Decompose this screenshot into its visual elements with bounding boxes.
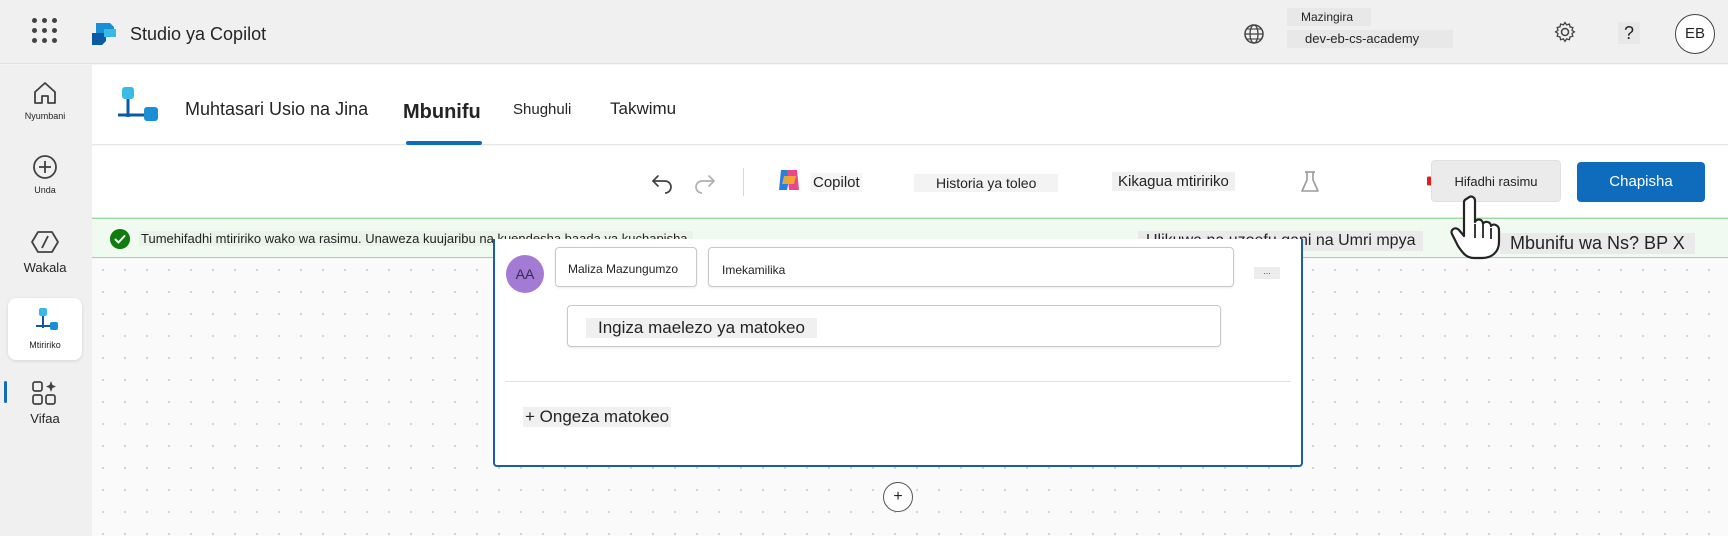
feedback-tail-text: Mbunifu wa Ns? BP X	[1500, 233, 1695, 254]
user-avatar-button[interactable]: EB	[1675, 14, 1715, 54]
home-icon	[34, 82, 56, 104]
sidebar-item-label: Wakala	[23, 260, 67, 275]
outcome-description-input[interactable]: Ingiza maelezo ya matokeo	[567, 305, 1221, 347]
environment-name[interactable]: dev-eb-cs-academy	[1287, 30, 1453, 48]
toolbar-divider	[743, 168, 744, 196]
sidebar-item-label: Vifaa	[30, 411, 60, 426]
sidebar-item-flows[interactable]: Mtiririko	[8, 298, 82, 360]
version-history-button[interactable]: Historia ya toleo	[914, 174, 1059, 192]
sidebar-item-agents[interactable]: Wakala	[8, 228, 82, 275]
node-more-button[interactable]: ...	[1254, 267, 1280, 279]
agent-header: Muhtasari Usio na Jina Mbunifu Shughuli …	[92, 65, 1728, 145]
app-title: Studio ya Copilot	[130, 24, 267, 44]
add-outcome-button[interactable]: + Ongeza matokeo	[523, 407, 672, 427]
flow-agent-icon	[118, 87, 158, 121]
help-button[interactable]: ?	[1618, 22, 1640, 44]
agents-icon	[31, 231, 59, 253]
sidebar-item-label: Unda	[34, 185, 56, 195]
agent-title: Muhtasari Usio na Jina	[185, 99, 369, 119]
environment-icon[interactable]	[1242, 22, 1266, 46]
active-tab-underline	[406, 141, 482, 145]
add-node-button[interactable]: +	[883, 482, 913, 512]
copilot-studio-logo-icon	[92, 23, 116, 45]
tools-icon	[32, 381, 56, 405]
active-indicator	[4, 381, 7, 403]
undo-icon[interactable]	[650, 170, 674, 194]
status-field[interactable]: Imekamilika	[708, 247, 1234, 287]
action-name-text: Maliza Mazungumzo	[568, 262, 679, 276]
redo-icon[interactable]	[693, 170, 717, 194]
left-navigation: Nyumbani Unda Wakala Mtiririko Vifaa	[0, 65, 92, 536]
flow-checker-button[interactable]: Kikagua mtiririko	[1112, 172, 1235, 191]
card-divider	[505, 381, 1291, 382]
action-name-field[interactable]: Maliza Mazungumzo	[555, 247, 697, 287]
outcome-placeholder-text: Ingiza maelezo ya matokeo	[586, 318, 817, 338]
publish-button[interactable]: Chapisha	[1577, 162, 1705, 202]
status-text: Imekamilika	[722, 263, 786, 277]
sidebar-item-create[interactable]: Unda	[8, 153, 82, 195]
sidebar-item-tools[interactable]: Vifaa	[8, 379, 82, 426]
tab-analytics[interactable]: Takwimu	[610, 99, 676, 119]
flow-icon	[36, 308, 58, 330]
settings-gear-icon[interactable]	[1553, 20, 1577, 44]
hand-cursor-icon	[1450, 195, 1501, 260]
sidebar-item-label: Nyumbani	[24, 111, 66, 121]
test-flask-icon[interactable]	[1300, 170, 1320, 194]
copilot-button[interactable]: Copilot	[811, 173, 862, 192]
tab-designer[interactable]: Mbunifu	[403, 101, 481, 124]
top-bar: Studio ya Copilot Mazingira dev-eb-cs-ac…	[0, 0, 1728, 64]
tab-activity[interactable]: Shughuli	[513, 101, 571, 118]
app-launcher-icon[interactable]	[32, 18, 58, 44]
environment-label: Mazingira	[1287, 8, 1371, 26]
sidebar-item-home[interactable]: Nyumbani	[8, 79, 82, 121]
sidebar-item-label: Mtiririko	[29, 340, 61, 350]
copilot-logo-icon	[779, 170, 799, 190]
flow-canvas[interactable]: AA Maliza Mazungumzo Imekamilika ... Ing…	[92, 239, 1728, 536]
plus-circle-icon	[33, 155, 57, 179]
success-check-icon	[110, 229, 130, 249]
flow-node-card[interactable]: AA Maliza Mazungumzo Imekamilika ... Ing…	[493, 239, 1303, 467]
node-avatar: AA	[506, 255, 544, 293]
